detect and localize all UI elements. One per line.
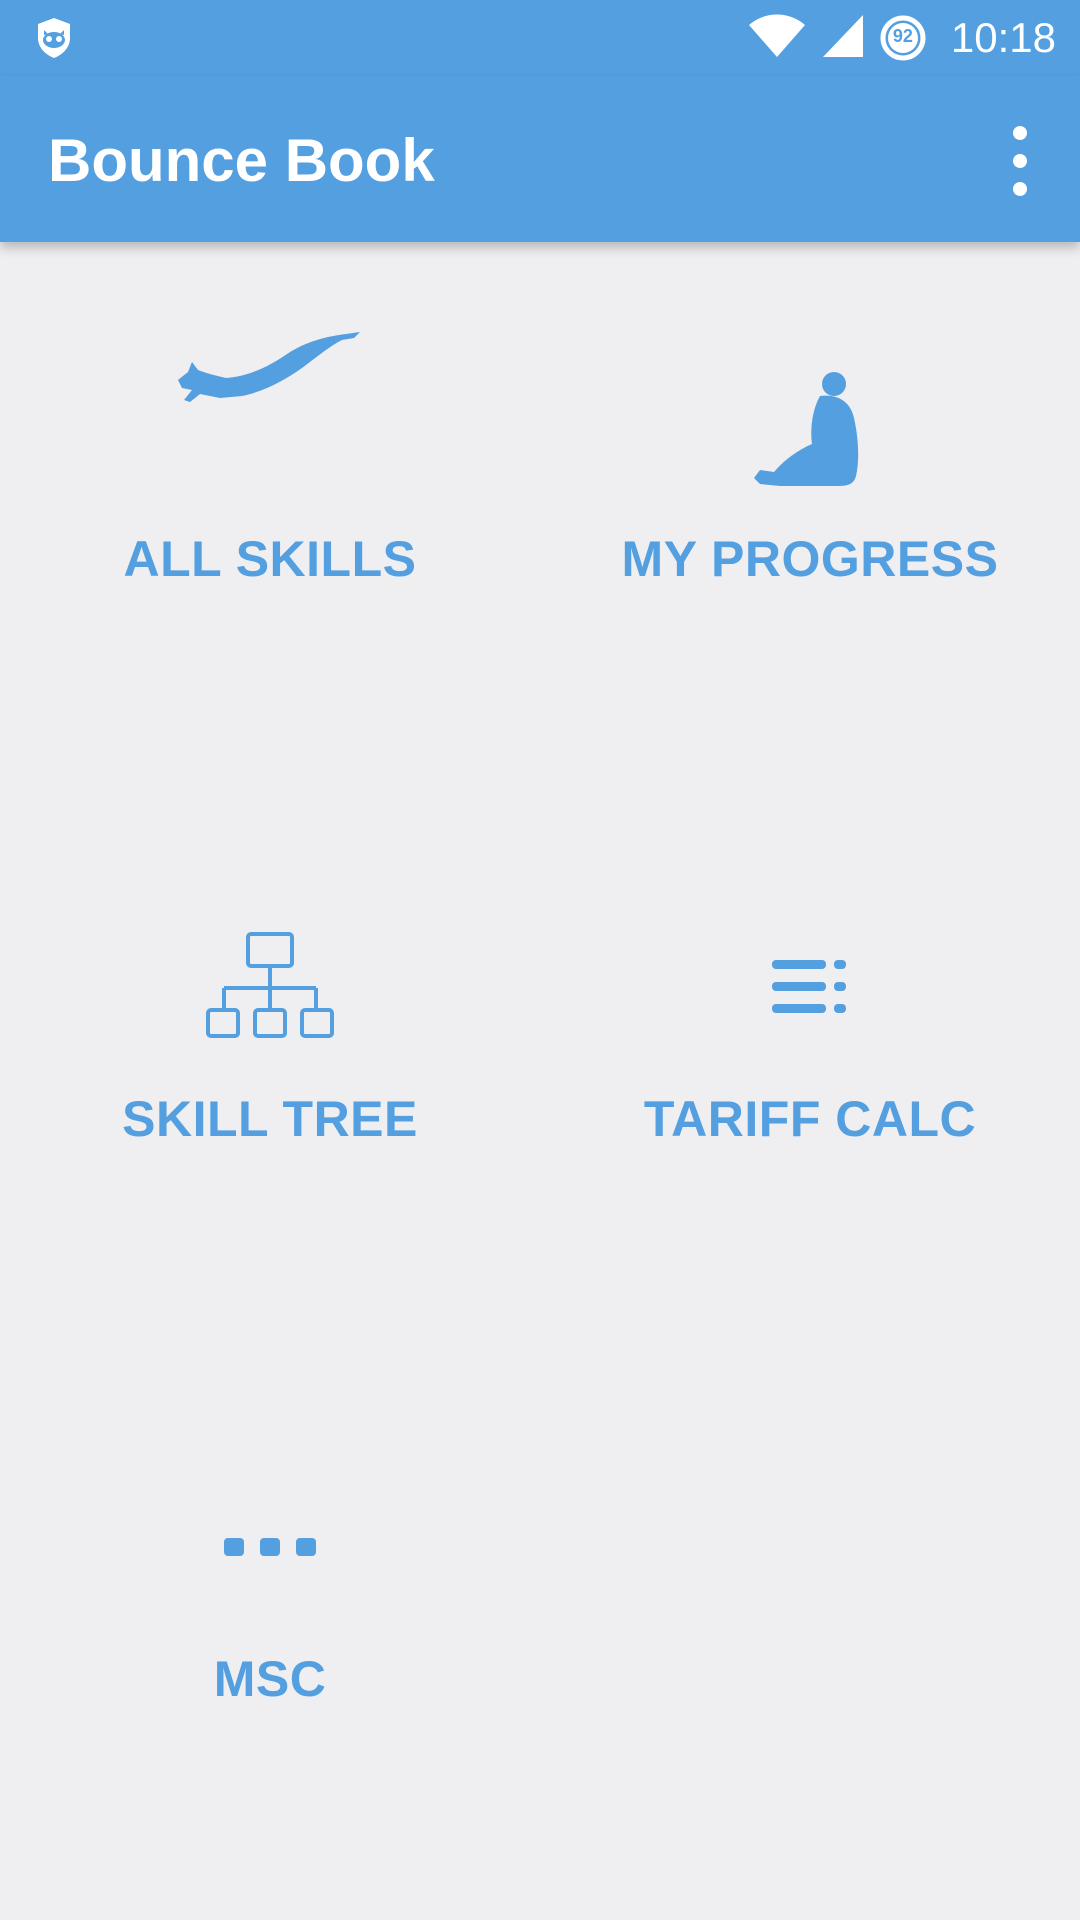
hierarchy-icon xyxy=(0,930,540,1050)
tile-skill-tree[interactable]: SKILL TREE xyxy=(0,850,540,1270)
tile-label: ALL SKILLS xyxy=(123,531,417,587)
tile-label: MY PROGRESS xyxy=(621,531,999,587)
tile-label: TARIFF CALC xyxy=(643,1091,977,1147)
more-vert-icon[interactable] xyxy=(1000,126,1040,196)
list-lines-icon xyxy=(540,956,1080,1020)
clock: 10:18 xyxy=(950,14,1056,61)
status-right-group: 92 10:18 xyxy=(747,0,1056,76)
shield-cat-icon xyxy=(34,16,74,60)
app-bar: Bounce Book xyxy=(0,76,1080,242)
battery-level: 92 xyxy=(892,26,913,46)
more-horiz-icon xyxy=(0,1532,540,1562)
diving-person-icon xyxy=(0,330,540,430)
tile-my-progress[interactable]: MY PROGRESS xyxy=(540,290,1080,710)
sitting-person-icon xyxy=(540,370,1080,490)
tile-label: SKILL TREE xyxy=(122,1091,418,1147)
tile-msc[interactable]: MSC xyxy=(0,1410,540,1830)
battery-icon: 92 xyxy=(879,14,927,62)
tile-all-skills[interactable]: ALL SKILLS xyxy=(0,290,540,710)
tile-tariff-calc[interactable]: TARIFF CALC xyxy=(540,850,1080,1270)
cell-signal-icon xyxy=(821,13,865,64)
tile-label: MSC xyxy=(213,1651,327,1707)
status-bar: 92 10:18 xyxy=(0,0,1080,76)
app-title: Bounce Book xyxy=(48,127,435,194)
wifi-icon xyxy=(747,13,807,64)
